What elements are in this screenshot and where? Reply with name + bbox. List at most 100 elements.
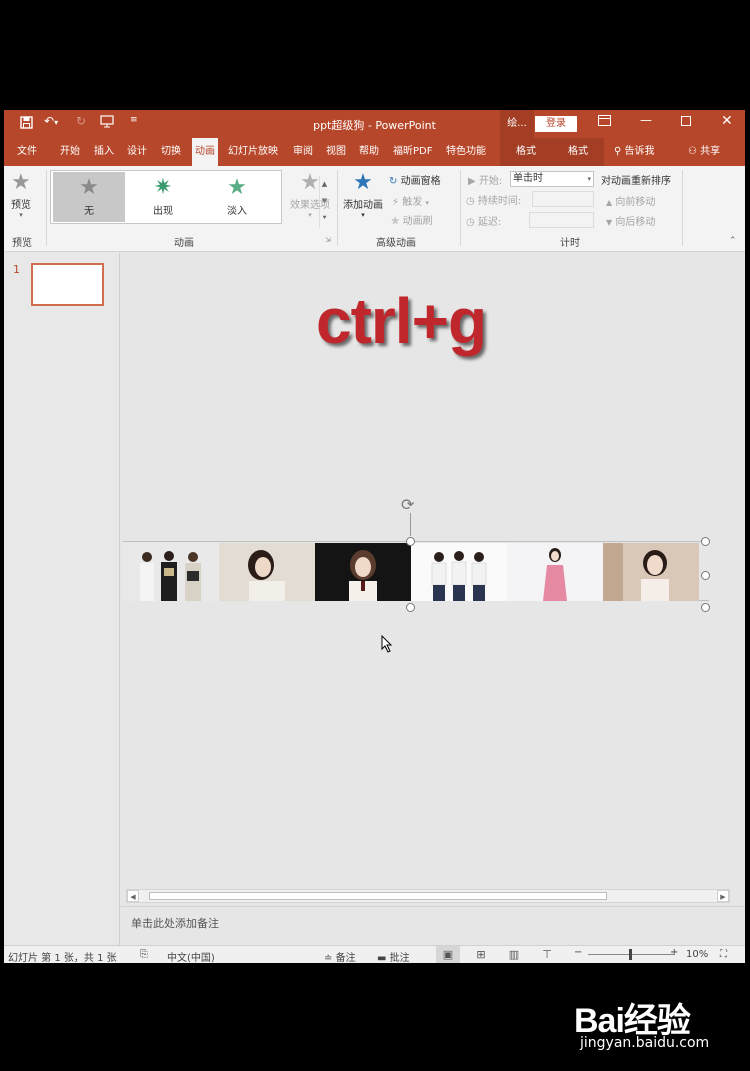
animation-dialog-launcher-icon[interactable]: ⇲ bbox=[325, 236, 331, 244]
tab-transitions[interactable]: 切换 bbox=[161, 138, 181, 166]
rotate-handle-icon[interactable]: ⟳ bbox=[401, 495, 414, 514]
timing-group-label: 计时 bbox=[560, 238, 580, 249]
effect-options-button[interactable]: ★ 效果选项 ▾ bbox=[288, 170, 332, 219]
delay-label-text: 延迟: bbox=[477, 217, 502, 228]
duration-spinner[interactable] bbox=[532, 191, 594, 207]
slide-thumbnail[interactable] bbox=[31, 263, 104, 306]
animation-pane-icon: ↻ bbox=[389, 176, 398, 187]
slide-canvas[interactable]: ctrl+g ⟳ bbox=[121, 253, 745, 945]
animation-painter-button[interactable]: ✯ 动画刷 bbox=[391, 212, 433, 227]
resize-handle-bottom-right[interactable] bbox=[701, 603, 710, 612]
resize-handle-top[interactable] bbox=[406, 537, 415, 546]
close-icon[interactable]: ✕ bbox=[721, 113, 733, 129]
reading-view-icon[interactable]: ▥ bbox=[502, 946, 526, 963]
tab-special-features[interactable]: 特色功能 bbox=[446, 138, 486, 166]
move-later-button[interactable]: ▼ 向后移动 bbox=[606, 213, 655, 228]
notes-pane[interactable]: 单击此处添加备注 bbox=[121, 906, 745, 945]
baidu-jingyan-watermark: Bai经验 jingyan.baidu.com bbox=[574, 993, 744, 1057]
photo-group-three bbox=[123, 543, 219, 601]
language-status[interactable]: 中文(中国) bbox=[167, 949, 215, 963]
move-earlier-button[interactable]: ▲ 向前移动 bbox=[606, 193, 655, 208]
animation-fade-label: 淡入 bbox=[227, 206, 247, 217]
add-animation-star-icon: ★ bbox=[353, 170, 373, 195]
resize-handle-top-right[interactable] bbox=[701, 537, 710, 546]
scroll-left-icon[interactable]: ◀ bbox=[127, 890, 139, 902]
tab-help[interactable]: 帮助 bbox=[359, 138, 379, 166]
tab-animations[interactable]: 动画 bbox=[192, 138, 218, 166]
grouped-photo-strip[interactable] bbox=[123, 541, 709, 601]
trigger-label: 触发 bbox=[402, 197, 423, 208]
tell-me-hint[interactable]: 绘... bbox=[500, 110, 534, 138]
zoom-out-icon[interactable]: − bbox=[574, 947, 582, 958]
tab-foxit-pdf[interactable]: 福昕PDF bbox=[393, 138, 432, 166]
animation-appear[interactable]: ✷ 出现 bbox=[127, 172, 199, 222]
photo-woman-lying bbox=[219, 543, 315, 601]
fit-to-window-icon[interactable]: ⛶ bbox=[720, 949, 727, 960]
preview-button[interactable]: ★ 预览 ▾ bbox=[11, 170, 31, 219]
animation-appear-label: 出现 bbox=[153, 206, 173, 217]
animation-gallery: ★ 无 ✷ 出现 ★ 淡入 ▲ ▼ ⯆ bbox=[50, 170, 327, 228]
add-animation-button[interactable]: ★ 添加动画 ▾ bbox=[340, 170, 386, 219]
accessibility-icon[interactable]: ⎘ bbox=[140, 949, 148, 960]
animation-none[interactable]: ★ 无 bbox=[53, 172, 125, 222]
lightning-icon: ⚡ bbox=[392, 197, 400, 208]
minimize-icon[interactable]: — bbox=[640, 113, 652, 127]
notes-icon: ≐ bbox=[324, 953, 333, 963]
clock-icon: ◷ bbox=[466, 196, 475, 207]
tab-insert[interactable]: 插入 bbox=[94, 138, 114, 166]
tab-file[interactable]: 文件 bbox=[17, 138, 37, 166]
tell-me-button[interactable]: ⚲ 告诉我 bbox=[614, 138, 655, 166]
resize-handle-bottom[interactable] bbox=[406, 603, 415, 612]
comment-icon: ▬ bbox=[377, 953, 387, 963]
normal-view-icon[interactable]: ▣ bbox=[436, 946, 460, 963]
clock-icon: ◷ bbox=[466, 217, 475, 228]
scroll-right-icon[interactable]: ▶ bbox=[717, 890, 729, 902]
person-icon: ⚇ bbox=[688, 146, 697, 157]
tab-review[interactable]: 审阅 bbox=[293, 138, 313, 166]
powerpoint-window: ↶▾ ↻ ≡ ppt超级狗 - PowerPoint 绘... 登录 — ✕ 文… bbox=[4, 110, 745, 963]
resize-handle-right[interactable] bbox=[701, 571, 710, 580]
animation-pane-button[interactable]: ↻ 动画窗格 bbox=[389, 172, 441, 187]
document-title: ppt超级狗 - PowerPoint bbox=[313, 119, 436, 132]
zoom-in-icon[interactable]: + bbox=[670, 947, 678, 958]
collapse-ribbon-icon[interactable]: ⌃ bbox=[729, 236, 737, 246]
slideshow-view-icon[interactable]: ⊤ bbox=[535, 946, 559, 963]
photo-woman-portrait bbox=[603, 543, 699, 601]
comments-toggle-label: 批注 bbox=[389, 953, 410, 963]
animation-group-label: 动画 bbox=[174, 238, 194, 249]
trigger-dropdown-icon: ▾ bbox=[425, 199, 429, 207]
horizontal-scrollbar[interactable]: ◀ ▶ bbox=[126, 889, 730, 903]
tab-home[interactable]: 开始 bbox=[60, 138, 80, 166]
move-earlier-label: 向前移动 bbox=[615, 197, 656, 208]
tab-view[interactable]: 视图 bbox=[326, 138, 346, 166]
zoom-level[interactable]: 10% bbox=[686, 949, 708, 960]
maximize-icon[interactable] bbox=[681, 115, 691, 129]
share-button[interactable]: ⚇ 共享 bbox=[688, 138, 720, 166]
notes-toggle-button[interactable]: ≐ 备注 bbox=[324, 949, 356, 963]
ribbon-display-options-icon[interactable] bbox=[598, 115, 611, 129]
share-label: 共享 bbox=[700, 146, 721, 157]
scroll-thumb[interactable] bbox=[149, 892, 607, 900]
animation-none-label: 无 bbox=[84, 206, 94, 217]
play-icon: ▶ bbox=[468, 176, 476, 187]
login-button[interactable]: 登录 bbox=[535, 116, 577, 132]
duration-label-text: 持续时间: bbox=[477, 196, 522, 207]
zoom-slider-knob[interactable] bbox=[629, 949, 632, 960]
tab-format-picture[interactable]: 格式 bbox=[500, 138, 552, 166]
animation-fade[interactable]: ★ 淡入 bbox=[201, 172, 273, 222]
tab-design[interactable]: 设计 bbox=[127, 138, 147, 166]
watermark-url: jingyan.baidu.com bbox=[580, 1035, 710, 1051]
comments-toggle-button[interactable]: ▬ 批注 bbox=[377, 949, 410, 963]
slide-sorter-icon[interactable]: ⊞ bbox=[469, 946, 493, 963]
trigger-button[interactable]: ⚡ 触发 ▾ bbox=[392, 193, 429, 208]
notes-toggle-label: 备注 bbox=[335, 953, 356, 963]
preview-group-label: 预览 bbox=[12, 238, 32, 249]
start-select[interactable]: 单击时 ▾ bbox=[510, 171, 594, 187]
tab-format-drawing[interactable]: 格式 bbox=[552, 138, 604, 166]
slide-title-text[interactable]: ctrl+g bbox=[121, 284, 681, 358]
delay-spinner[interactable] bbox=[529, 212, 594, 228]
rotate-handle-line bbox=[410, 513, 411, 536]
tab-slideshow[interactable]: 幻灯片放映 bbox=[228, 138, 278, 166]
appear-star-icon: ✷ bbox=[153, 175, 173, 200]
status-bar: 幻灯片 第 1 张，共 1 张 ⎘ 中文(中国) ≐ 备注 ▬ 批注 ▣ ⊞ ▥… bbox=[4, 945, 745, 963]
